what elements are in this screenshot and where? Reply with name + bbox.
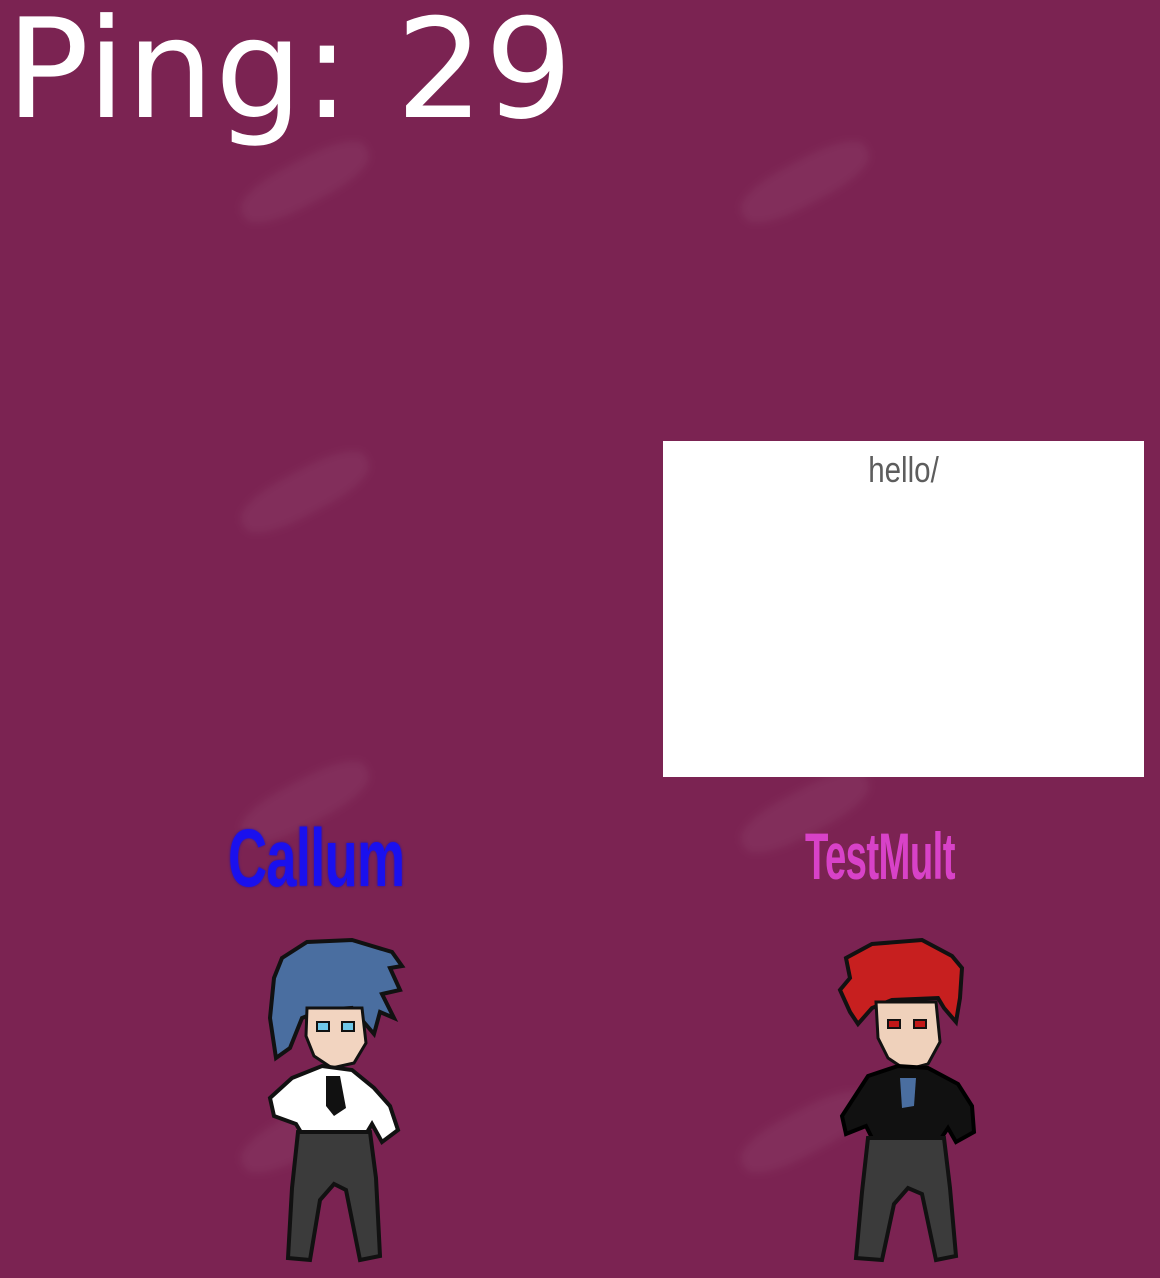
eye-right — [913, 1019, 927, 1029]
player-sprite-callum[interactable] — [262, 938, 412, 1268]
player-name-callum: Callum — [228, 813, 405, 904]
pants-shape — [853, 1136, 959, 1263]
eye-left — [887, 1019, 901, 1029]
background-watermark — [732, 129, 878, 235]
pants-shape — [285, 1130, 383, 1263]
shirt-shape — [900, 1078, 916, 1108]
ping-display: Ping: 29 — [6, 0, 574, 150]
player-name-testmult: TestMult — [805, 819, 955, 893]
face-shape — [874, 1000, 942, 1072]
chat-box[interactable]: hello/ — [663, 441, 1144, 777]
eye-left — [316, 1021, 330, 1032]
eye-right — [341, 1021, 355, 1032]
face-shape — [304, 1006, 368, 1070]
chat-message: hello/ — [868, 449, 939, 490]
player-sprite-testmult[interactable] — [832, 938, 982, 1268]
background-watermark — [232, 439, 378, 545]
